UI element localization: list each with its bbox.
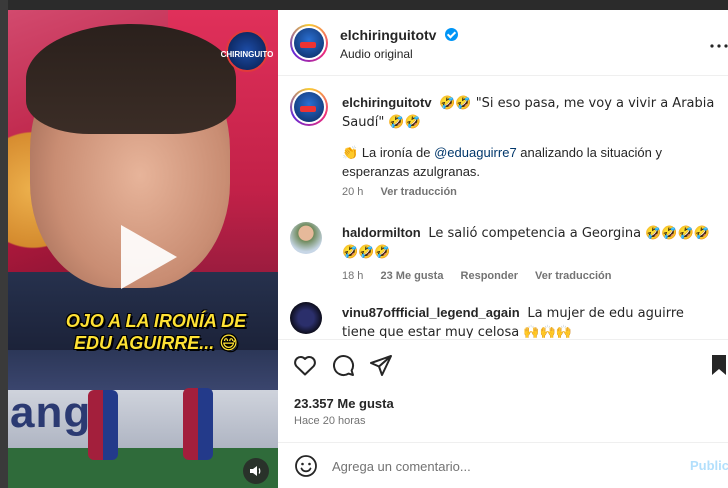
comment-input[interactable] (332, 455, 662, 477)
comment-meta: 20 h Ver traducción (342, 186, 471, 198)
comment-username[interactable]: elchiringuitotv (342, 95, 432, 110)
backdrop-top (0, 0, 728, 10)
commenter-avatar[interactable] (290, 222, 322, 254)
comment-username[interactable]: vinu87offficial_legend_again (342, 305, 520, 320)
video-player[interactable]: anga CHIRINGUITO OJO A LA IRONÍA DE EDU … (8, 10, 278, 488)
reply-button[interactable]: Responder (461, 270, 518, 282)
more-options-button[interactable] (710, 32, 728, 53)
comment-button[interactable] (330, 352, 356, 378)
likes-count[interactable]: 23.357 Me gusta (294, 396, 394, 411)
translate-button[interactable]: Ver traducción (380, 186, 456, 198)
speaker-icon (250, 466, 261, 476)
video-caption: OJO A LA IRONÍA DE EDU AGUIRRE... 😅 (56, 310, 256, 355)
video-caption-line1: OJO A LA IRONÍA DE (65, 311, 247, 331)
comment-time: 18 h (342, 270, 364, 282)
comment-username[interactable]: haldormilton (342, 225, 421, 240)
chiringuito-logo-text: CHIRINGUITO (220, 50, 274, 59)
comment-bubble-icon (333, 355, 355, 377)
video-player-figure (183, 388, 213, 460)
sweat-smile-emoji: 😅 (219, 333, 239, 354)
comment-meta: 18 h 23 Me gusta Responder Ver traducció… (342, 270, 625, 282)
comment-composer: Publicar (278, 442, 728, 488)
comment-text-pre: La ironía de (361, 145, 435, 160)
save-button[interactable] (710, 352, 728, 378)
audio-label[interactable]: Audio original (340, 47, 413, 61)
author-avatar[interactable] (290, 88, 328, 126)
clap-emoji: 👏 (342, 146, 359, 161)
share-button[interactable] (368, 352, 394, 378)
backdrop-left (0, 0, 8, 488)
post-actions: 23.357 Me gusta Hace 20 horas (278, 339, 728, 439)
verified-badge-icon (444, 28, 458, 41)
like-button[interactable] (292, 352, 318, 378)
emoji-picker-button[interactable] (294, 454, 318, 478)
video-caption-line2: EDU AGUIRRE... (73, 333, 215, 353)
author-avatar[interactable] (290, 24, 328, 62)
video-pitch (8, 448, 278, 488)
post-info-panel: elchiringuitotv Audio original elchiring… (278, 10, 728, 488)
post-time: Hace 20 horas (294, 415, 366, 427)
heart-icon (294, 356, 316, 376)
comment-likes[interactable]: 23 Me gusta (380, 270, 443, 282)
sound-button[interactable] (243, 458, 269, 484)
smiley-icon (295, 455, 317, 477)
comments-list: elchiringuitotv 🤣🤣 "Si eso pasa, me voy … (278, 76, 728, 338)
bookmark-icon (712, 355, 726, 375)
video-player-figure (88, 390, 118, 460)
video-hair (26, 24, 236, 134)
commenter-avatar[interactable] (290, 302, 322, 334)
publish-button[interactable]: Publicar (690, 458, 728, 473)
author-username[interactable]: elchiringuitotv (340, 27, 436, 43)
play-button[interactable] (108, 215, 188, 299)
send-icon (370, 355, 392, 376)
translate-button[interactable]: Ver traducción (535, 270, 611, 282)
mention-link[interactable]: @eduaguirre7 (434, 145, 517, 160)
more-dots-icon (710, 44, 728, 48)
post-header: elchiringuitotv Audio original (278, 10, 728, 76)
comment-time: 20 h (342, 186, 364, 198)
